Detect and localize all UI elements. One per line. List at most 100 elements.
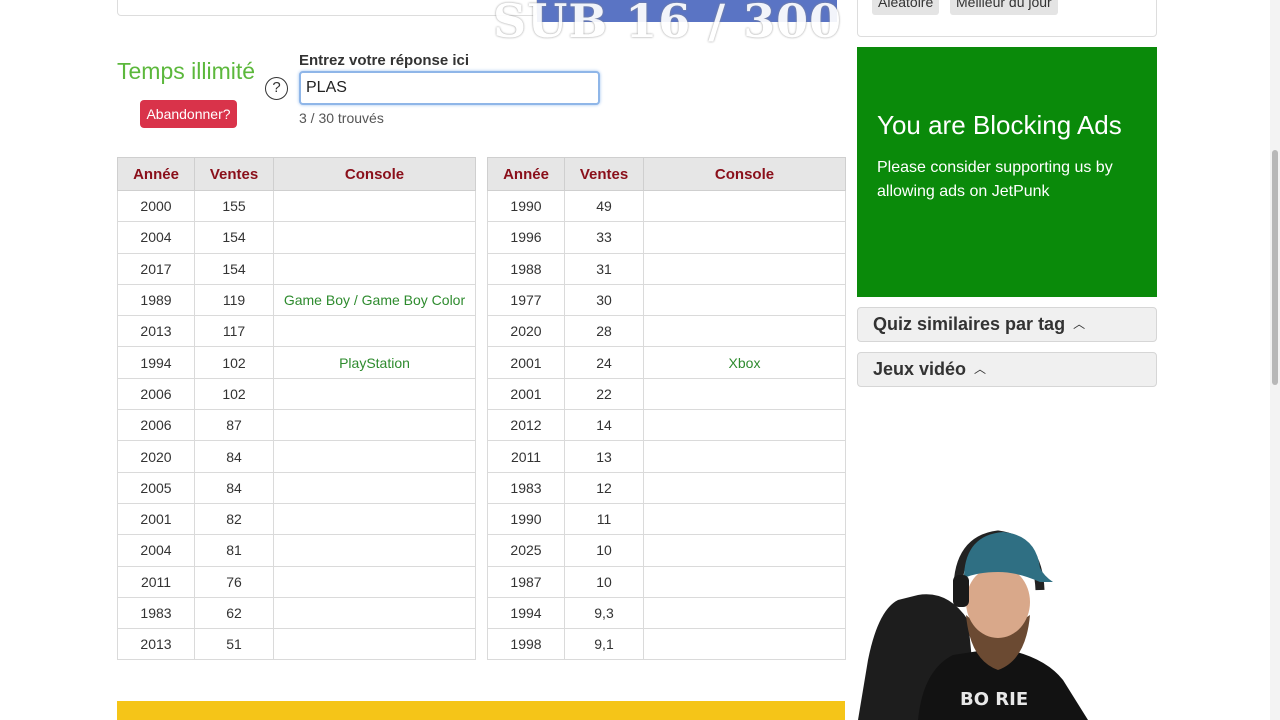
cell-sales: 82 [194,502,274,536]
cell-year: 1996 [487,221,565,254]
random-quiz-button[interactable]: Aléatoire [872,0,940,15]
table-row: 1983 12 [487,471,846,504]
answers-table-left: Année Ventes Console 2000 155 2004 154 2017 1… [117,157,476,661]
cell-sales: 13 [564,440,644,473]
quiz-timer: Temps illimité [117,58,256,84]
table-row: 2013 51 [117,628,476,661]
cell-console: PlayStation [273,346,476,379]
cell-console [643,189,846,223]
cell-console [643,315,846,348]
cell-console [643,409,846,442]
cell-sales: 9,1 [564,628,644,661]
column-header-sales: Ventes [564,157,644,191]
table-row: 1994 9,3 [487,596,846,630]
cell-sales: 119 [194,283,274,317]
cell-sales: 11 [564,502,644,536]
table-row: 2006 102 [117,377,476,411]
adblock-notice: You are Blocking Ads Please consider sup… [857,47,1157,297]
cell-year: 1988 [487,252,565,285]
sidebar-actions-panel: Aléatoire Meilleur du jour [857,0,1157,37]
cell-year: 2006 [117,377,195,411]
cell-year: 2025 [487,534,565,567]
cell-console [643,534,846,567]
cell-sales: 24 [564,346,644,379]
cell-year: 2020 [487,315,565,348]
found-count: 3 / 30 trouvés [299,110,384,126]
bottom-banner [117,701,845,720]
chevron-up-icon: ︿ [1073,317,1086,331]
cell-year: 1989 [117,283,195,317]
cell-year: 2001 [117,502,195,536]
table-row: 2001 22 [487,377,846,411]
cell-sales: 12 [564,471,644,504]
streamer-face [966,566,1030,638]
cell-console [273,189,476,223]
similar-quizzes-accordion[interactable]: Quiz similaires par tag ︿ [857,307,1157,342]
cell-year: 2004 [117,534,195,567]
page: SUB 16 / 300 Temps illimité Abandonner? … [0,0,1280,720]
table-row: 2001 82 [117,502,476,536]
stream-sub-counter: SUB 16 / 300 [493,0,843,48]
table-row: 2011 13 [487,440,846,473]
cell-year: 1994 [117,346,195,379]
column-header-year: Année [117,157,195,191]
cell-sales: 84 [194,440,274,473]
cell-console [643,502,846,536]
cell-year: 2020 [117,440,195,473]
shirt-logo: BO RIE [960,689,1028,710]
headphone-cup [953,575,969,607]
cell-year: 1998 [487,628,565,661]
streamer-webcam: BO RIE [858,530,1088,720]
adblock-text: Please consider supporting us by allowin… [877,159,1113,200]
table-row: 1990 49 [487,189,846,223]
cell-sales: 14 [564,409,644,442]
cell-sales: 87 [194,409,274,442]
answer-input[interactable] [299,71,600,105]
column-header-console: Console [643,157,846,191]
cell-console [273,471,476,504]
cell-console [273,565,476,598]
cell-year: 2006 [117,409,195,442]
cell-sales: 51 [194,628,274,661]
cell-year: 1983 [487,471,565,504]
cell-year: 1987 [487,565,565,598]
cell-year: 1990 [487,502,565,536]
table-row: 2025 10 [487,534,846,567]
column-header-console: Console [273,157,476,191]
cell-sales: 9,3 [564,596,644,630]
scrollbar-thumb[interactable] [1272,150,1278,385]
cell-console: Game Boy / Game Boy Color [273,283,476,317]
cell-console [273,502,476,536]
video-games-accordion[interactable]: Jeux vidéo ︿ [857,352,1157,387]
cell-year: 1977 [487,283,565,317]
table-row: 2012 14 [487,409,846,442]
help-icon[interactable]: ? [265,77,288,100]
table-row: 2020 84 [117,440,476,473]
cell-console [273,377,476,411]
cell-console [643,628,846,661]
cell-year: 2000 [117,189,195,223]
table-row: 2011 76 [117,565,476,598]
cell-sales: 76 [194,565,274,598]
cell-console: Xbox [643,346,846,379]
table-row: 1989 119 Game Boy / Game Boy Color [117,283,476,317]
cell-year: 2001 [487,346,565,379]
column-header-year: Année [487,157,565,191]
table-row: 1988 31 [487,252,846,285]
cell-console [643,565,846,598]
table-row: 2000 155 [117,189,476,223]
cell-year: 2013 [117,315,195,348]
table-header-row: Année Ventes Console [117,157,476,191]
table-row: 2017 154 [117,252,476,285]
cell-console [643,377,846,411]
cell-year: 2012 [487,409,565,442]
cell-sales: 84 [194,471,274,504]
cell-console [643,252,846,285]
cell-sales: 33 [564,221,644,254]
cell-year: 2001 [487,377,565,411]
table-row: 1998 9,1 [487,628,846,661]
give-up-button[interactable]: Abandonner? [140,100,237,128]
cell-console [643,440,846,473]
best-of-day-button[interactable]: Meilleur du jour [950,0,1058,15]
cell-sales: 31 [564,252,644,285]
